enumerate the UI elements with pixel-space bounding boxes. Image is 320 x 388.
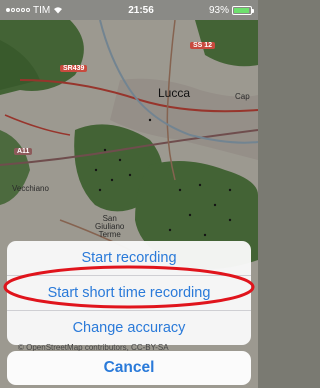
battery-percent: 93% bbox=[208, 4, 229, 16]
carrier-name: TIM bbox=[33, 4, 51, 16]
battery-fill bbox=[234, 7, 249, 13]
wifi-icon bbox=[54, 7, 63, 14]
map-label-vecchiano: Vecchiano bbox=[12, 184, 49, 193]
carrier-info: TIM bbox=[6, 5, 101, 16]
start-recording-button[interactable]: Start recording bbox=[7, 241, 251, 275]
map-label-lucca: Lucca bbox=[158, 86, 191, 100]
cancel-button[interactable]: Cancel bbox=[7, 351, 251, 385]
signal-strength-icon bbox=[6, 8, 30, 12]
battery-icon bbox=[232, 5, 254, 15]
road-shield-sr439: SR439 bbox=[60, 65, 88, 72]
status-time: 21:56 bbox=[128, 4, 154, 16]
start-short-time-recording-button[interactable]: Start short time recording bbox=[7, 276, 251, 310]
road-shield-ss12: SS 12 bbox=[190, 42, 216, 49]
road-shield-a11: A11 bbox=[14, 148, 33, 155]
map-label-san-giuliano: San Giuliano Terme bbox=[95, 214, 125, 239]
change-accuracy-button[interactable]: Change accuracy bbox=[7, 311, 251, 345]
action-sheet: Start recording Start short time recordi… bbox=[7, 241, 251, 345]
map-label-capannori: Cap bbox=[235, 92, 250, 101]
status-bar: TIM 21:56 93% bbox=[0, 0, 258, 20]
